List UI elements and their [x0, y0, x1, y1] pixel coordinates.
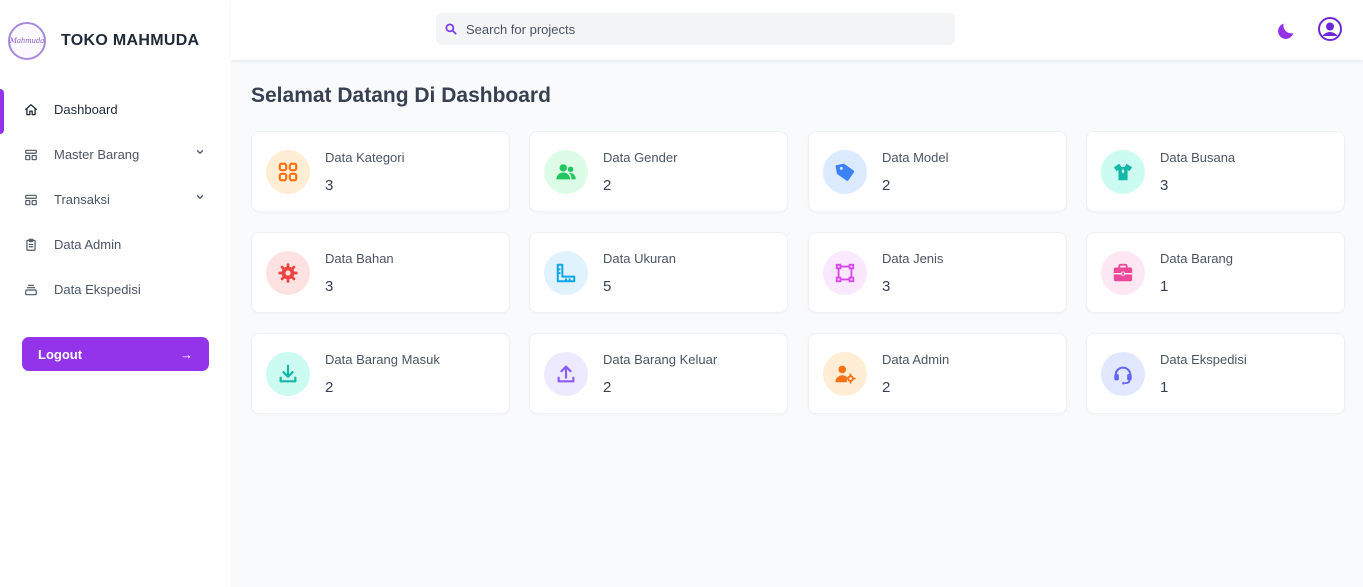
clipboard-icon	[24, 238, 38, 252]
search-icon	[445, 23, 457, 35]
headset-icon	[1101, 351, 1145, 396]
tag-icon	[823, 149, 867, 194]
layout-icon	[24, 193, 38, 207]
sidebar-nav: Dashboard Master Barang Transaksi Data A…	[0, 87, 231, 312]
sidebar-item-label: Transaksi	[54, 192, 110, 207]
card-title: Data Barang Masuk	[325, 351, 440, 367]
card-count: 2	[603, 378, 612, 396]
box-icon	[24, 283, 38, 297]
card-count: 3	[882, 277, 891, 295]
sidebar: Mahmuda TOKO MAHMUDA Dashboard Master Ba…	[0, 0, 231, 587]
search-input[interactable]	[466, 21, 916, 37]
card-data-barang-keluar[interactable]: Data Barang Keluar 2	[529, 333, 788, 414]
card-count: 1	[1160, 277, 1169, 295]
card-count: 1	[1160, 378, 1169, 396]
chevron-down-icon	[195, 147, 205, 160]
sidebar-item-data-ekspedisi[interactable]: Data Ekspedisi	[0, 267, 231, 312]
logo: Mahmuda	[8, 22, 46, 60]
card-count: 2	[325, 378, 334, 396]
top-header	[231, 0, 1363, 60]
sidebar-item-dashboard[interactable]: Dashboard	[0, 87, 231, 134]
card-title: Data Barang Keluar	[603, 351, 718, 367]
card-count: 3	[325, 176, 334, 194]
user-cog-icon	[823, 351, 867, 396]
card-title: Data Admin	[882, 351, 950, 367]
card-count: 3	[325, 277, 334, 295]
card-title: Data Bahan	[325, 250, 394, 266]
logout-label: Logout	[38, 346, 83, 362]
card-count: 2	[603, 176, 612, 194]
card-data-barang[interactable]: Data Barang 1	[1086, 232, 1345, 313]
sidebar-item-transaksi[interactable]: Transaksi	[0, 177, 231, 222]
card-title: Data Barang	[1160, 250, 1233, 266]
sidebar-item-label: Data Admin	[54, 237, 122, 252]
card-data-ukuran[interactable]: Data Ukuran 5	[529, 232, 788, 313]
card-title: Data Ekspedisi	[1160, 351, 1247, 367]
card-title: Data Gender	[603, 149, 678, 165]
arrow-right-icon: →	[180, 346, 193, 362]
download-icon	[266, 351, 310, 396]
home-icon	[24, 103, 38, 117]
sidebar-item-label: Master Barang	[54, 147, 140, 162]
card-title: Data Ukuran	[603, 250, 676, 266]
shirt-icon	[1101, 149, 1145, 194]
page-title: Selamat Datang Di Dashboard	[251, 84, 551, 107]
brand-name: TOKO MAHMUDA	[61, 32, 200, 49]
vector-icon	[823, 250, 867, 295]
card-data-admin[interactable]: Data Admin 2	[808, 333, 1067, 414]
users-icon	[544, 149, 588, 194]
card-count: 2	[882, 378, 891, 396]
card-title: Data Busana	[1160, 149, 1236, 165]
card-count: 2	[882, 176, 891, 194]
cog-icon	[266, 250, 310, 295]
card-data-bahan[interactable]: Data Bahan 3	[251, 232, 510, 313]
card-data-barang-masuk[interactable]: Data Barang Masuk 2	[251, 333, 510, 414]
card-title: Data Model	[882, 149, 949, 165]
card-data-jenis[interactable]: Data Jenis 3	[808, 232, 1067, 313]
ruler-icon	[544, 250, 588, 295]
logo-text: Mahmuda	[9, 37, 45, 45]
card-count: 3	[1160, 176, 1169, 194]
brand[interactable]: Mahmuda TOKO MAHMUDA	[0, 0, 231, 82]
sidebar-item-label: Dashboard	[54, 102, 118, 117]
layout-icon	[24, 148, 38, 162]
grid-icon	[266, 149, 310, 194]
sidebar-item-master-barang[interactable]: Master Barang	[0, 132, 231, 177]
moon-icon[interactable]	[1275, 19, 1297, 41]
card-data-busana[interactable]: Data Busana 3	[1086, 131, 1345, 212]
sidebar-item-data-admin[interactable]: Data Admin	[0, 222, 231, 267]
upload-icon	[544, 351, 588, 396]
search-bar[interactable]	[436, 13, 955, 45]
briefcase-icon	[1101, 250, 1145, 295]
card-data-model[interactable]: Data Model 2	[808, 131, 1067, 212]
card-title: Data Kategori	[325, 149, 405, 165]
main-content: Selamat Datang Di Dashboard Data Kategor…	[251, 84, 1345, 414]
card-title: Data Jenis	[882, 250, 944, 266]
card-data-gender[interactable]: Data Gender 2	[529, 131, 788, 212]
avatar[interactable]	[1318, 17, 1342, 41]
card-count: 5	[603, 277, 612, 295]
card-data-kategori[interactable]: Data Kategori 3	[251, 131, 510, 212]
card-data-ekspedisi[interactable]: Data Ekspedisi 1	[1086, 333, 1345, 414]
chevron-down-icon	[195, 192, 205, 205]
sidebar-item-label: Data Ekspedisi	[54, 282, 141, 297]
logout-button[interactable]: Logout →	[22, 337, 209, 371]
